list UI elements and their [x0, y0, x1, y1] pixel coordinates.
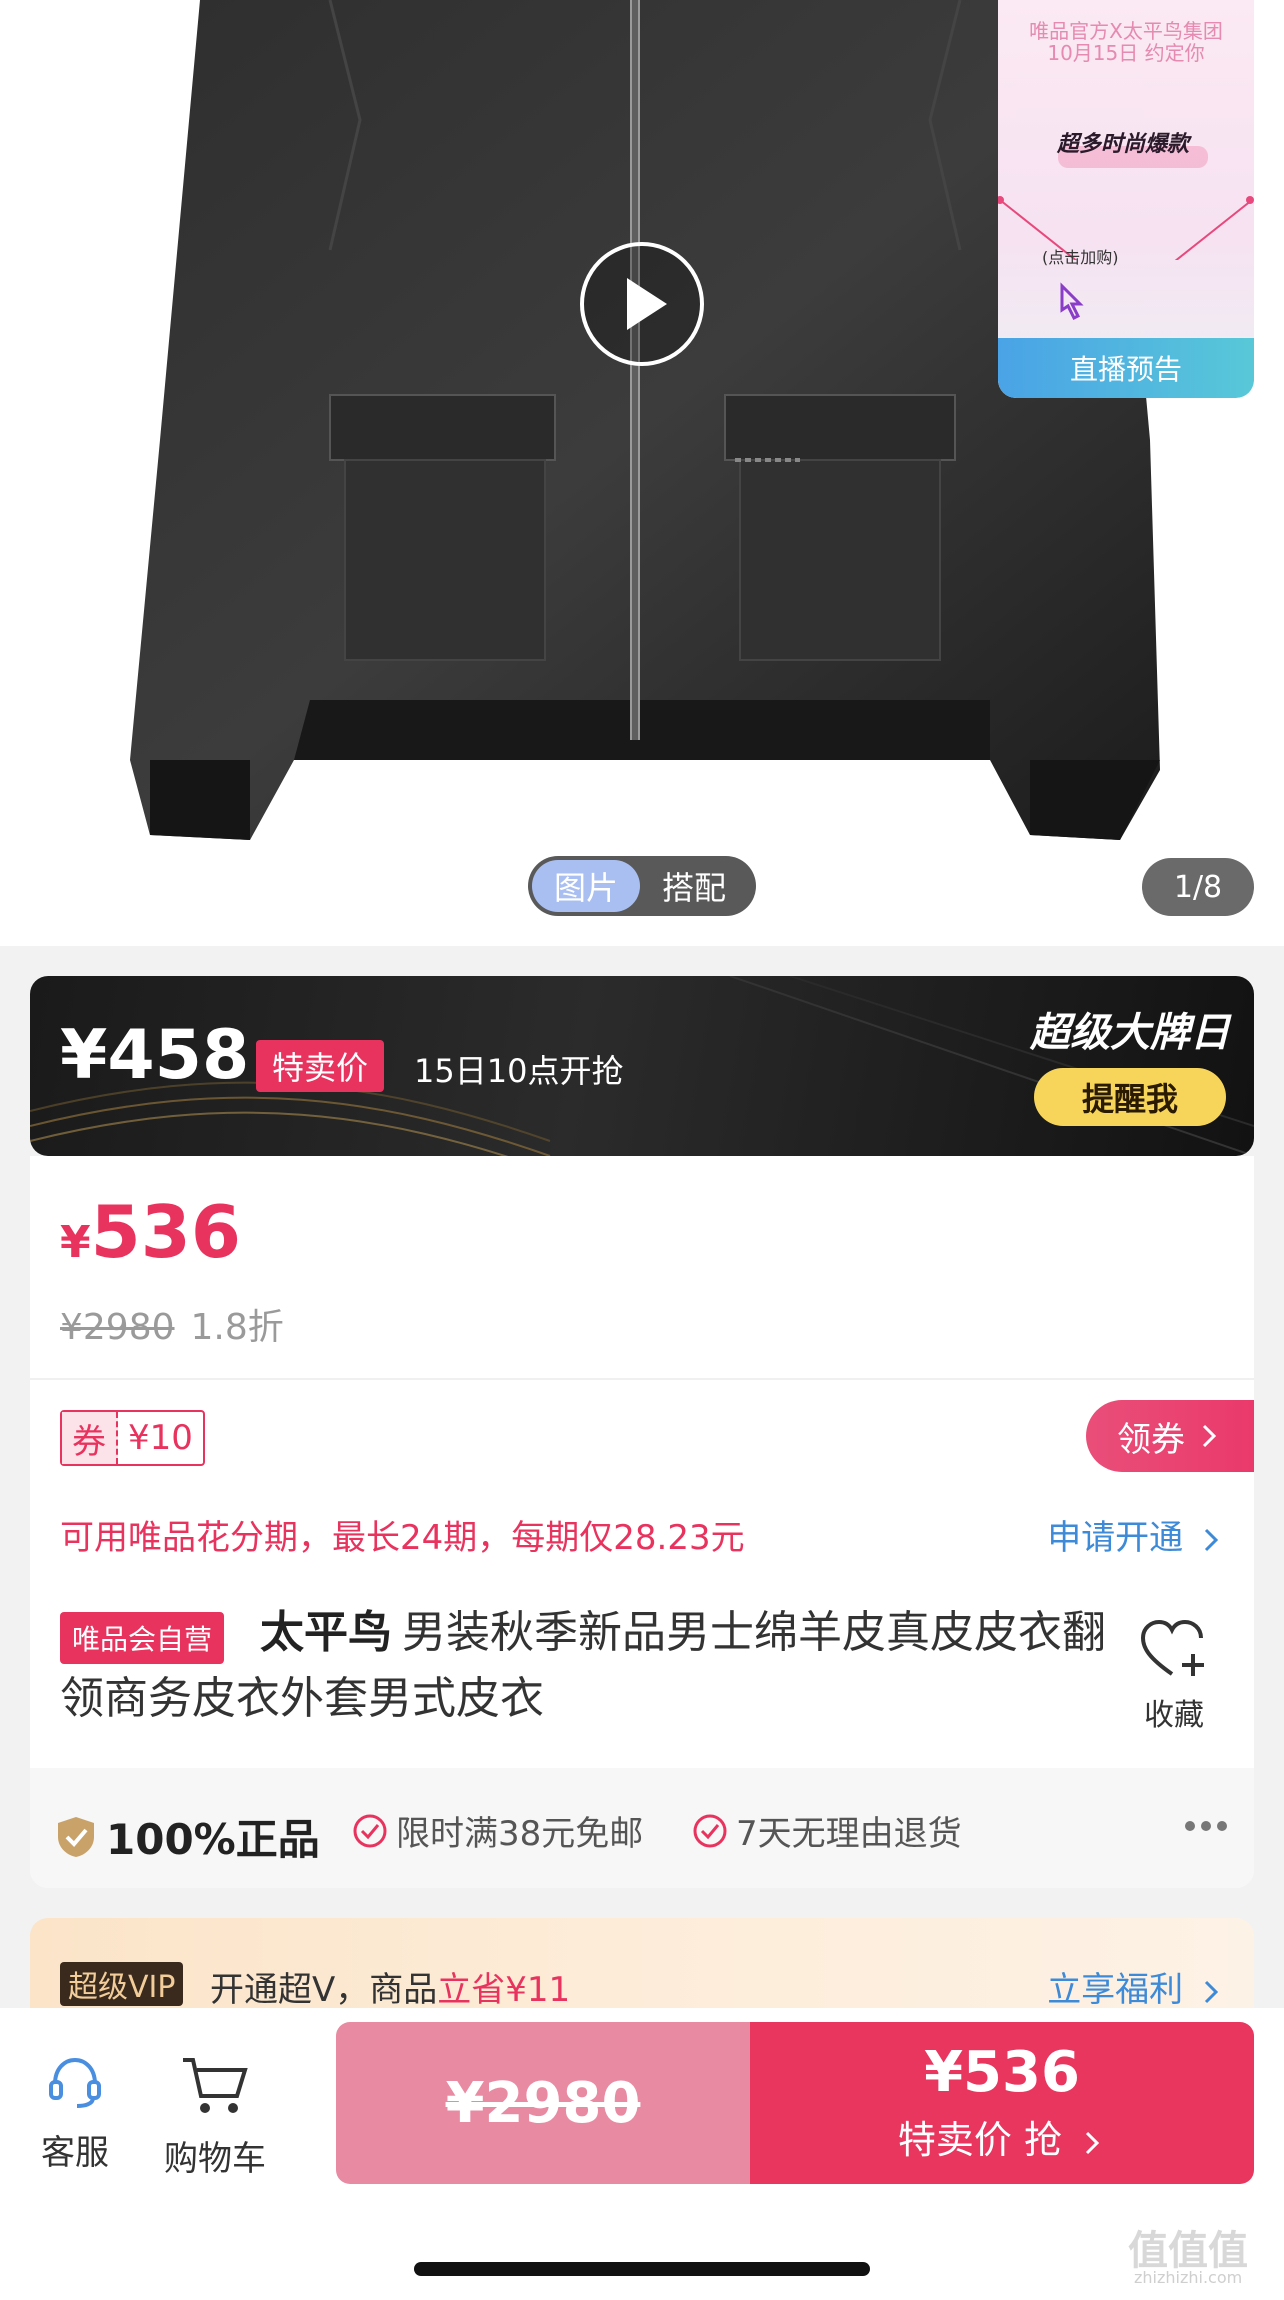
live-card-hot-text: 超多时尚爆款	[1056, 132, 1189, 157]
product-name: 男装秋季新品男士绵羊皮真皮皮衣翻领商务皮衣外套男式皮衣	[60, 1607, 1106, 1724]
headset-icon	[49, 2057, 101, 2108]
vip-text: 开通超V，商品	[210, 1970, 438, 2010]
coupon-tag: 券 ¥10	[60, 1410, 205, 1466]
service-guarantee-row[interactable]: 100%正品 限时满38元免邮 7天无理由退货	[30, 1768, 1254, 1888]
coupon-value: ¥10	[128, 1418, 193, 1458]
image-pager: 1/8	[1142, 858, 1254, 916]
service-label: 客服	[41, 2133, 109, 2173]
discount-rate: 1.8折	[190, 1307, 284, 1348]
cart-icon	[183, 2058, 248, 2113]
media-tab-toggle[interactable]: 图片 搭配	[528, 856, 756, 916]
live-card-header: 唯品官方X太平鸟集团 10月15日 约定你	[998, 20, 1254, 64]
vip-saving: 立省¥11	[437, 1970, 571, 2010]
heart-plus-icon	[1140, 1619, 1204, 1676]
get-coupon-label: 领券	[1117, 1419, 1185, 1460]
brand-day-title: 超级大牌日	[1030, 1010, 1230, 1056]
tap-cursor-icon	[1060, 282, 1084, 321]
apply-installment-link[interactable]: 申请开通	[1047, 1510, 1224, 1559]
returns-guarantee: 7天无理由退货	[692, 1806, 962, 1855]
authentic-label: 100%正品	[106, 1815, 320, 1864]
free-shipping-label: 限时满38元免邮	[396, 1814, 644, 1854]
product-info-card: ¥536 ¥2980 1.8折 券 ¥10 领券 可用唯品花分期，最长24期，每期…	[30, 1156, 1254, 1888]
more-icon[interactable]	[1184, 1818, 1228, 1834]
divider	[30, 1378, 1254, 1380]
original-price: ¥2980	[60, 1307, 175, 1348]
cart-button[interactable]: 购物车	[160, 2054, 270, 2180]
chevron-right-icon	[1086, 2131, 1100, 2154]
customer-service-button[interactable]: 客服	[20, 2054, 130, 2174]
product-page: { "live_card": { "line1": "唯品官方X太平鸟集团", …	[0, 0, 1284, 2300]
tab-outfit[interactable]: 搭配	[640, 860, 748, 912]
price-symbol: ¥	[60, 1217, 91, 1268]
play-icon	[627, 278, 667, 330]
buy-label: 特卖价 抢	[897, 2118, 1062, 2162]
buy-label-row: 特卖价 抢	[750, 2109, 1254, 2164]
promo-start-time: 15日10点开抢	[414, 1052, 624, 1090]
authentic-guarantee: 100%正品	[56, 1806, 320, 1867]
watermark-site: zhizhizhi.com	[1134, 2268, 1243, 2287]
original-price-button[interactable]: ¥2980	[336, 2022, 750, 2184]
promo-price: ¥458	[60, 1016, 250, 1095]
live-preview-button[interactable]: 直播预告	[998, 338, 1254, 398]
apply-label: 申请开通	[1047, 1518, 1184, 1558]
live-card-line2: 10月15日 约定你	[1047, 41, 1205, 65]
original-price-row: ¥2980 1.8折	[60, 1298, 284, 1350]
cart-label: 购物车	[164, 2139, 266, 2179]
tab-images[interactable]: 图片	[532, 860, 640, 912]
product-brand[interactable]: 太平鸟	[260, 1607, 392, 1658]
favorite-button[interactable]: 收藏	[1124, 1618, 1224, 1734]
play-video-button[interactable]	[580, 242, 704, 366]
chevron-right-icon	[1204, 1528, 1219, 1551]
remind-me-button[interactable]: 提醒我	[1034, 1068, 1226, 1126]
super-brand-day-banner[interactable]: ¥458 特卖价 15日10点开抢 超级大牌日 提醒我	[30, 976, 1254, 1156]
installment-info: 可用唯品花分期，最长24期，每期仅28.23元	[60, 1518, 745, 1558]
get-coupon-button[interactable]: 领券	[1086, 1400, 1254, 1472]
vip-promo-text: 开通超V，商品立省¥11	[210, 1962, 570, 2011]
returns-label: 7天无理由退货	[736, 1814, 962, 1854]
product-title: 太平鸟 男装秋季新品男士绵羊皮真皮皮衣翻领商务皮衣外套男式皮衣	[60, 1600, 1130, 1732]
chevron-right-icon	[1204, 1980, 1219, 2003]
check-circle-icon	[693, 1814, 727, 1847]
buy-now-button[interactable]: ¥536 特卖价 抢	[750, 2022, 1254, 2184]
vip-benefit-label: 立享福利	[1047, 1970, 1184, 2010]
price-value: 536	[90, 1190, 241, 1274]
super-vip-tag: 超级VIP	[60, 1962, 184, 2006]
live-card-tap-hint: (点击加购)	[1042, 248, 1119, 267]
current-price: ¥536	[60, 1190, 241, 1274]
chevron-right-icon	[1202, 1424, 1217, 1448]
live-preview-card[interactable]: 唯品官方X太平鸟集团 10月15日 约定你 超多时尚爆款 (点击加购) 直播预告	[998, 0, 1254, 398]
shield-check-icon	[58, 1816, 94, 1857]
free-shipping-guarantee: 限时满38元免邮	[352, 1806, 643, 1855]
live-card-line1: 唯品官方X太平鸟集团	[1029, 19, 1223, 43]
coupon-label: 券	[62, 1412, 118, 1464]
favorite-label: 收藏	[1144, 1698, 1204, 1733]
bottom-action-bar: 客服 购物车 ¥2980 ¥536 特卖价 抢	[0, 2008, 1284, 2300]
vip-benefit-link[interactable]: 立享福利	[1047, 1962, 1224, 2011]
buy-price: ¥536	[924, 2040, 1080, 2105]
product-media[interactable]: 唯品官方X太平鸟集团 10月15日 约定你 超多时尚爆款 (点击加购) 直播预告…	[0, 0, 1284, 946]
check-circle-icon	[353, 1814, 387, 1847]
special-price-badge: 特卖价	[256, 1040, 385, 1092]
home-indicator[interactable]	[414, 2262, 870, 2276]
